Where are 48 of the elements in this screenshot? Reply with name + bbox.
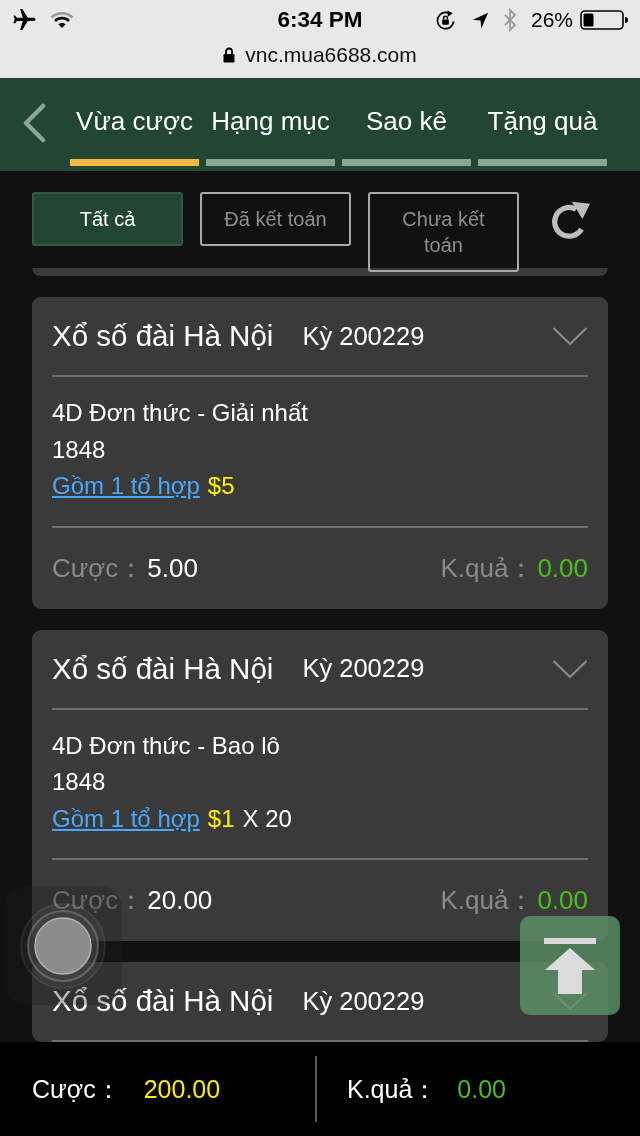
- result-label: K.quả：: [440, 551, 535, 585]
- tab[interactable]: Vừa cược: [70, 98, 199, 166]
- tab[interactable]: Sao kê: [342, 98, 471, 166]
- stake-value: 5.00: [147, 552, 198, 584]
- total-result-label: K.quả：: [347, 1073, 438, 1105]
- url-text[interactable]: vnc.mua6688.com: [245, 43, 417, 67]
- combo-link[interactable]: Gồm 1 tổ hợp: [52, 800, 200, 837]
- price-text: $1: [207, 803, 235, 834]
- bet-type-text: 4D Đơn thức - Giải nhất: [52, 398, 309, 428]
- chevron-down-icon[interactable]: [552, 326, 588, 346]
- multiplier-text: X 20: [242, 803, 292, 834]
- back-icon[interactable]: [22, 103, 47, 143]
- filter-button[interactable]: Tất cả: [32, 192, 183, 246]
- stake-label: Cược：: [52, 884, 145, 917]
- period-text: Kỳ 200229: [302, 321, 425, 351]
- chevron-down-icon[interactable]: [552, 658, 588, 679]
- period-text: Kỳ 200229: [302, 986, 425, 1016]
- total-stake-value: 200.00: [143, 1074, 221, 1104]
- lottery-title: Xổ số đài Hà Nội: [52, 319, 274, 353]
- total-stake-label: Cược：: [32, 1073, 121, 1105]
- stake-label: Cược：: [52, 551, 145, 585]
- scroll-top-button[interactable]: [520, 916, 620, 1015]
- total-result-value: 0.00: [457, 1074, 506, 1104]
- lottery-title: Xổ số đài Hà Nội: [52, 651, 274, 686]
- airplane-icon: [12, 9, 37, 31]
- stake-value: 20.00: [147, 885, 213, 916]
- result-value: 0.00: [537, 885, 588, 916]
- result-value: 0.00: [537, 552, 588, 584]
- battery-icon: [580, 10, 628, 30]
- lottery-title: Xổ số đài Hà Nội: [52, 984, 274, 1018]
- wifi-icon: [50, 11, 74, 29]
- bet-type-text: 4D Đơn thức - Bao lô: [52, 730, 281, 761]
- lock-icon: [223, 47, 236, 63]
- result-label: K.quả：: [440, 884, 535, 917]
- tab[interactable]: Hạng mục: [206, 98, 335, 166]
- bluetooth-icon: [502, 8, 517, 32]
- filter-button[interactable]: Chưa kết toán: [368, 192, 519, 272]
- period-text: Kỳ 200229: [302, 654, 425, 683]
- price-text: $5: [207, 471, 235, 501]
- status-time: 6:34 PM: [277, 7, 363, 33]
- filter-button[interactable]: Đã kết toán: [200, 192, 351, 246]
- tab[interactable]: Tặng quà: [478, 98, 607, 166]
- battery-percent: 26%: [530, 8, 573, 32]
- location-arrow-icon: [471, 11, 489, 29]
- combo-link[interactable]: Gồm 1 tổ hợp: [52, 468, 200, 505]
- arrow-up-bar-icon: [544, 937, 596, 994]
- bet-numbers: 1848: [52, 767, 107, 797]
- bet-numbers: 1848: [52, 434, 107, 465]
